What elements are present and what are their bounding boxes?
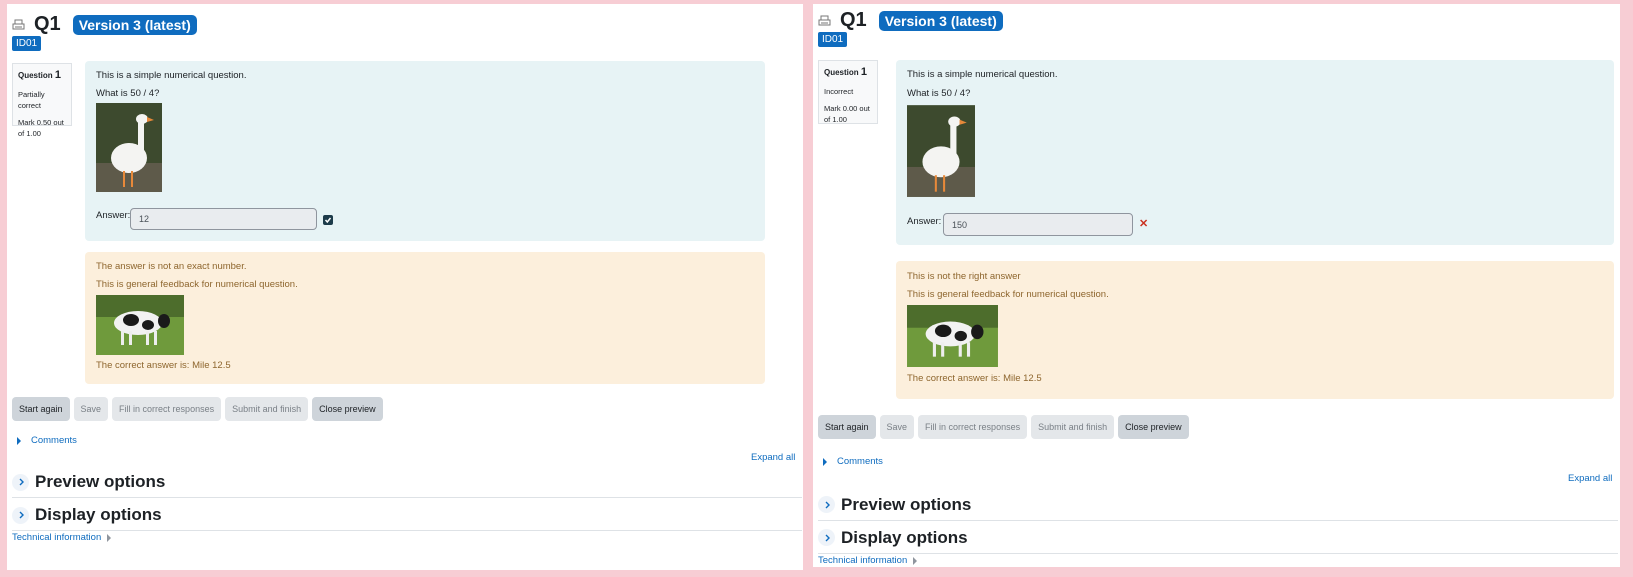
question-formulation: This is a simple numerical question. Wha…	[85, 61, 765, 241]
question-number: Question 1	[824, 66, 868, 78]
goose-image	[907, 105, 975, 197]
question-state: Partially correct	[18, 89, 45, 110]
section-title: Display options	[35, 505, 162, 524]
id-badge: ID01	[12, 36, 42, 51]
feedback-box: The answer is not an exact number. This …	[85, 252, 765, 384]
start-again-button[interactable]: Start again	[12, 397, 70, 421]
answer-label: Answer:	[96, 210, 131, 221]
submit-and-finish-button[interactable]: Submit and finish	[1031, 415, 1115, 439]
version-badge: Version 3 (latest)	[878, 10, 1003, 31]
question-title: Q1	[840, 9, 867, 31]
question-prompt: What is 50 / 4?	[96, 88, 160, 99]
question-preview-panel-left: Q1 Version 3 (latest) ID01 Question 1 Pa…	[7, 4, 803, 570]
fill-correct-responses-button[interactable]: Fill in correct responses	[918, 415, 1028, 439]
section-preview-options[interactable]: Preview options	[818, 489, 1618, 521]
id-badge: ID01	[818, 32, 848, 47]
preview-action-buttons: Start again Save Fill in correct respons…	[818, 415, 1189, 439]
question-mark: Mark 0.50 out of 1.00	[18, 117, 64, 138]
section-title: Display options	[841, 527, 968, 547]
start-again-button[interactable]: Start again	[818, 415, 876, 439]
answer-input[interactable]: 12	[130, 208, 317, 230]
general-feedback: This is general feedback for numerical q…	[907, 289, 1109, 300]
chevron-right-icon	[818, 529, 835, 546]
comments-link[interactable]: Comments	[823, 456, 883, 467]
title-row: Q1 Version 3 (latest)	[12, 13, 197, 36]
question-info-box: Question 1 Incorrect Mark 0.00 out of 1.…	[818, 60, 878, 124]
correct-answer-text: The correct answer is: Mile 12.5	[96, 360, 231, 371]
cow-image	[96, 295, 184, 355]
correct-answer-text: The correct answer is: Mile 12.5	[907, 373, 1042, 384]
question-preview-panel-right: Q1 Version 3 (latest) ID01 Question 1 In…	[813, 4, 1620, 567]
fill-correct-responses-button[interactable]: Fill in correct responses	[112, 397, 222, 421]
technical-information-label: Technical information	[818, 555, 908, 566]
comments-link[interactable]: Comments	[17, 435, 77, 446]
version-badge: Version 3 (latest)	[72, 14, 197, 35]
close-preview-button[interactable]: Close preview	[312, 397, 383, 421]
print-icon[interactable]	[12, 18, 26, 32]
question-number: Question 1	[18, 69, 62, 81]
question-text: This is a simple numerical question.	[907, 69, 1058, 80]
question-text: This is a simple numerical question.	[96, 70, 247, 81]
question-prompt: What is 50 / 4?	[907, 88, 971, 99]
technical-information-link[interactable]: Technical information	[818, 555, 918, 566]
feedback-box: This is not the right answer This is gen…	[896, 261, 1614, 399]
technical-information-label: Technical information	[12, 532, 102, 543]
chevron-right-icon	[818, 496, 835, 513]
title-row: Q1 Version 3 (latest)	[818, 9, 1003, 32]
goose-image	[96, 103, 162, 192]
section-display-options[interactable]: Display options	[12, 500, 802, 531]
section-title: Preview options	[35, 472, 166, 491]
print-icon[interactable]	[818, 14, 832, 28]
cross-icon: ✕	[1139, 218, 1149, 230]
chevron-right-icon	[12, 506, 29, 524]
caret-right-icon	[823, 457, 827, 466]
caret-right-icon	[107, 533, 112, 542]
expand-all-link[interactable]: Expand all	[751, 452, 795, 463]
question-info-box: Question 1 Partially correct Mark 0.50 o…	[12, 63, 72, 138]
general-feedback: This is general feedback for numerical q…	[96, 279, 298, 290]
close-preview-button[interactable]: Close preview	[1118, 415, 1189, 439]
comments-label: Comments	[31, 435, 77, 446]
submit-and-finish-button[interactable]: Submit and finish	[225, 397, 309, 421]
section-display-options[interactable]: Display options	[818, 522, 1618, 554]
technical-information-link[interactable]: Technical information	[12, 532, 112, 543]
caret-right-icon	[913, 556, 918, 565]
save-button[interactable]: Save	[879, 415, 915, 439]
question-state: Incorrect	[824, 86, 854, 96]
check-square-icon	[323, 215, 333, 225]
question-formulation: This is a simple numerical question. Wha…	[896, 60, 1614, 245]
chevron-right-icon	[12, 473, 29, 491]
expand-all-link[interactable]: Expand all	[1568, 473, 1612, 484]
answer-input[interactable]: 150	[943, 213, 1133, 236]
preview-action-buttons: Start again Save Fill in correct respons…	[12, 397, 383, 421]
section-title: Preview options	[841, 494, 972, 514]
specific-feedback: This is not the right answer	[907, 271, 1021, 282]
comments-label: Comments	[837, 456, 883, 467]
caret-right-icon	[17, 436, 21, 445]
specific-feedback: The answer is not an exact number.	[96, 261, 247, 272]
question-title: Q1	[34, 13, 61, 35]
question-mark: Mark 0.00 out of 1.00	[824, 103, 870, 124]
save-button[interactable]: Save	[73, 397, 109, 421]
cow-image	[907, 305, 998, 367]
answer-label: Answer:	[907, 216, 942, 227]
section-preview-options[interactable]: Preview options	[12, 467, 802, 498]
